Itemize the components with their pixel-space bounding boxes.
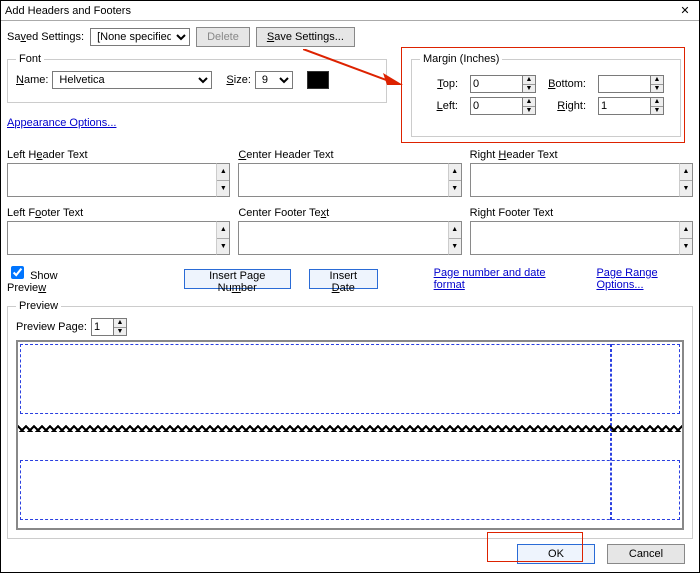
font-size-label: Size: (226, 74, 250, 86)
margin-legend: Margin (Inches) (420, 53, 502, 65)
dialog-buttons: OK Cancel (517, 544, 685, 564)
preview-pane (16, 340, 684, 530)
annotation-arrow-icon (303, 49, 403, 85)
font-legend: Font (16, 53, 44, 65)
saved-settings-dropdown[interactable]: [None specified] (90, 28, 190, 46)
window-title: Add Headers and Footers (5, 5, 675, 17)
save-settings-button[interactable]: Save Settings... (256, 27, 355, 47)
saved-settings-label: Saved Settings: (7, 31, 84, 43)
margin-bottom-input[interactable] (598, 75, 650, 93)
titlebar: Add Headers and Footers ✕ (1, 1, 699, 21)
ok-button[interactable]: OK (517, 544, 595, 564)
preview-page-label: Preview Page: (16, 321, 87, 333)
center-footer-label: Center Footer Text (238, 207, 461, 219)
right-header-label: Right Header Text (470, 149, 693, 161)
chevron-down-icon[interactable]: ▼ (523, 85, 535, 93)
margin-right-input[interactable] (598, 97, 650, 115)
right-footer-input[interactable] (470, 221, 693, 255)
chevron-up-icon[interactable]: ▲ (523, 98, 535, 107)
chevron-up-icon[interactable]: ▲ (114, 319, 126, 328)
header-row: Left Header Text ▲▼ Center Header Text ▲… (7, 143, 693, 197)
page-number-date-format-link[interactable]: Page number and date format (434, 267, 561, 291)
font-size-dropdown[interactable]: 9 (255, 71, 293, 89)
margin-right-spinner[interactable]: ▲▼ (598, 97, 664, 115)
footer-row: Left Footer Text ▲▼ Center Footer Text ▲… (7, 201, 693, 255)
page-range-options-link[interactable]: Page Range Options... (596, 267, 693, 291)
margin-left-label: Left: (420, 100, 458, 112)
chevron-up-icon[interactable]: ▲ (651, 98, 663, 107)
appearance-options-link[interactable]: Appearance Options... (7, 117, 116, 129)
margin-left-input[interactable] (470, 97, 522, 115)
cancel-button[interactable]: Cancel (607, 544, 685, 564)
preview-legend: Preview (16, 300, 61, 312)
margin-left-spinner[interactable]: ▲▼ (470, 97, 536, 115)
preview-fieldset: Preview Preview Page: ▲▼ (7, 300, 693, 539)
left-footer-label: Left Footer Text (7, 207, 230, 219)
chevron-down-icon[interactable]: ▼ (114, 328, 126, 336)
chevron-up-icon[interactable]: ▲ (523, 76, 535, 85)
margin-bottom-spinner[interactable]: ▲▼ (598, 75, 664, 93)
saved-settings-bar: Saved Settings: [None specified] Delete … (7, 27, 355, 47)
show-preview-checkbox[interactable]: Show Preview (7, 263, 88, 294)
margin-fieldset: Margin (Inches) Top: ▲▼ Bottom: ▲▼ Left:… (411, 53, 681, 137)
chevron-down-icon[interactable]: ▼ (651, 85, 663, 93)
delete-button[interactable]: Delete (196, 27, 250, 47)
top-area: Saved Settings: [None specified] Delete … (1, 21, 699, 139)
left-footer-input[interactable] (7, 221, 230, 255)
insert-page-number-button[interactable]: Insert Page Number (184, 269, 291, 289)
left-header-label: Left Header Text (7, 149, 230, 161)
chevron-down-icon[interactable]: ▼ (523, 107, 535, 115)
chevron-down-icon[interactable]: ▼ (651, 107, 663, 115)
font-name-label: Name: (16, 74, 48, 86)
page-tear-icon (18, 422, 682, 432)
center-header-input[interactable] (238, 163, 461, 197)
center-header-label: Center Header Text (238, 149, 461, 161)
mid-bar: Show Preview Insert Page Number Insert D… (7, 263, 693, 294)
margin-bottom-label: Bottom: (548, 78, 586, 90)
right-header-input[interactable] (470, 163, 693, 197)
right-footer-label: Right Footer Text (470, 207, 693, 219)
left-header-input[interactable] (7, 163, 230, 197)
margin-right-label: Right: (548, 100, 586, 112)
margin-top-input[interactable] (470, 75, 522, 93)
chevron-up-icon[interactable]: ▲ (651, 76, 663, 85)
preview-page-spinner[interactable]: ▲▼ (91, 318, 127, 336)
close-icon[interactable]: ✕ (675, 4, 695, 17)
font-name-dropdown[interactable]: Helvetica (52, 71, 212, 89)
margin-top-spinner[interactable]: ▲▼ (470, 75, 536, 93)
margin-top-label: Top: (420, 78, 458, 90)
insert-date-button[interactable]: Insert Date (309, 269, 378, 289)
preview-page-input[interactable] (91, 318, 113, 336)
center-footer-input[interactable] (238, 221, 461, 255)
